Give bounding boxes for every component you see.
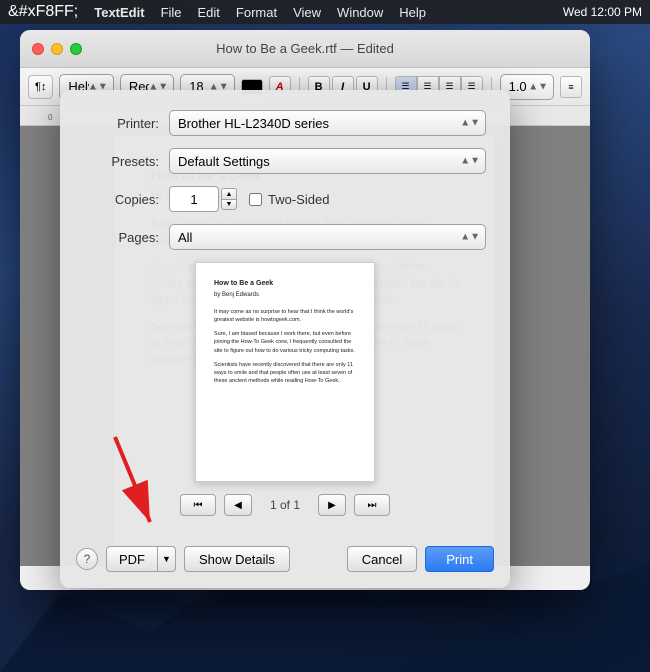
- two-sided-text: Two-Sided: [268, 192, 329, 207]
- presets-row: Presets: Default Settings ▲▼: [84, 148, 486, 174]
- pages-row: Pages: All ▲▼: [84, 224, 486, 250]
- print-button[interactable]: Print: [425, 546, 494, 572]
- svg-text:0: 0: [48, 113, 53, 122]
- copies-stepper: ▲ ▼: [221, 188, 237, 210]
- preview-author: by Benj Edwards: [214, 291, 356, 300]
- two-sided-label: Two-Sided: [249, 192, 329, 207]
- dialog-footer: ? PDF ▼ Show Details Cancel Print: [60, 546, 510, 588]
- copies-increment-button[interactable]: ▲: [221, 188, 237, 199]
- page-indicator: 1 of 1: [260, 498, 310, 512]
- traffic-lights: [32, 43, 82, 55]
- show-details-button[interactable]: Show Details: [184, 546, 290, 572]
- page-navigation: ⏮ ◀ 1 of 1 ▶ ⏭: [84, 494, 486, 516]
- copies-row: Copies: 1 ▲ ▼ Two-Sided: [84, 186, 486, 212]
- pdf-button-group: PDF ▼: [106, 546, 176, 572]
- pages-label: Pages:: [84, 230, 159, 245]
- print-dialog: Printer: Brother HL-L2340D series ▲▼ Pre…: [60, 90, 510, 588]
- menubar-file[interactable]: File: [161, 5, 182, 20]
- dialog-content: Printer: Brother HL-L2340D series ▲▼ Pre…: [60, 90, 510, 546]
- prev-page-button[interactable]: ◀: [224, 494, 252, 516]
- menubar-view[interactable]: View: [293, 5, 321, 20]
- cancel-button[interactable]: Cancel: [347, 546, 417, 572]
- maximize-button[interactable]: [70, 43, 82, 55]
- pages-select-wrapper: All ▲▼: [169, 224, 486, 250]
- last-page-button[interactable]: ⏭: [354, 494, 390, 516]
- window-titlebar: How to Be a Geek.rtf — Edited: [20, 30, 590, 68]
- printer-select[interactable]: Brother HL-L2340D series: [169, 110, 486, 136]
- printer-row: Printer: Brother HL-L2340D series ▲▼: [84, 110, 486, 136]
- menubar-time: Wed 12:00 PM: [563, 5, 642, 19]
- menubar-textedit[interactable]: TextEdit: [94, 5, 144, 20]
- next-page-button[interactable]: ▶: [318, 494, 346, 516]
- pdf-button[interactable]: PDF: [106, 546, 158, 572]
- printer-select-wrapper: Brother HL-L2340D series ▲▼: [169, 110, 486, 136]
- menubar-edit[interactable]: Edit: [198, 5, 220, 20]
- lists-button[interactable]: ≡: [560, 76, 582, 98]
- first-page-button[interactable]: ⏮: [180, 494, 216, 516]
- two-sided-checkbox[interactable]: [249, 193, 262, 206]
- preview-title: How to Be a Geek: [214, 279, 356, 290]
- menubar: &#xF8FF; TextEdit File Edit Format View …: [0, 0, 650, 24]
- presets-select-wrapper: Default Settings ▲▼: [169, 148, 486, 174]
- close-button[interactable]: [32, 43, 44, 55]
- preview-area: How to Be a Geek by Benj Edwards It may …: [84, 262, 486, 482]
- window-title: How to Be a Geek.rtf — Edited: [216, 41, 394, 56]
- preview-paper: How to Be a Geek by Benj Edwards It may …: [195, 262, 375, 482]
- copies-input[interactable]: 1: [169, 186, 219, 212]
- copies-decrement-button[interactable]: ▼: [221, 199, 237, 210]
- menubar-format[interactable]: Format: [236, 5, 277, 20]
- presets-select[interactable]: Default Settings: [169, 148, 486, 174]
- presets-label: Presets:: [84, 154, 159, 169]
- apple-menu-icon[interactable]: &#xF8FF;: [8, 3, 78, 21]
- pages-select[interactable]: All: [169, 224, 486, 250]
- pdf-dropdown-button[interactable]: ▼: [158, 546, 176, 572]
- preview-para-1: It may come as no surprise to hear that …: [214, 308, 356, 325]
- preview-para-3: Scientists have recently discovered that…: [214, 361, 356, 386]
- text-direction-button[interactable]: ¶↕: [28, 75, 53, 99]
- preview-para-2: Sure, I am biased because I work there, …: [214, 330, 356, 355]
- menubar-window[interactable]: Window: [337, 5, 383, 20]
- minimize-button[interactable]: [51, 43, 63, 55]
- copies-label: Copies:: [84, 192, 159, 207]
- menubar-help[interactable]: Help: [399, 5, 426, 20]
- printer-label: Printer:: [84, 116, 159, 131]
- help-button[interactable]: ?: [76, 548, 98, 570]
